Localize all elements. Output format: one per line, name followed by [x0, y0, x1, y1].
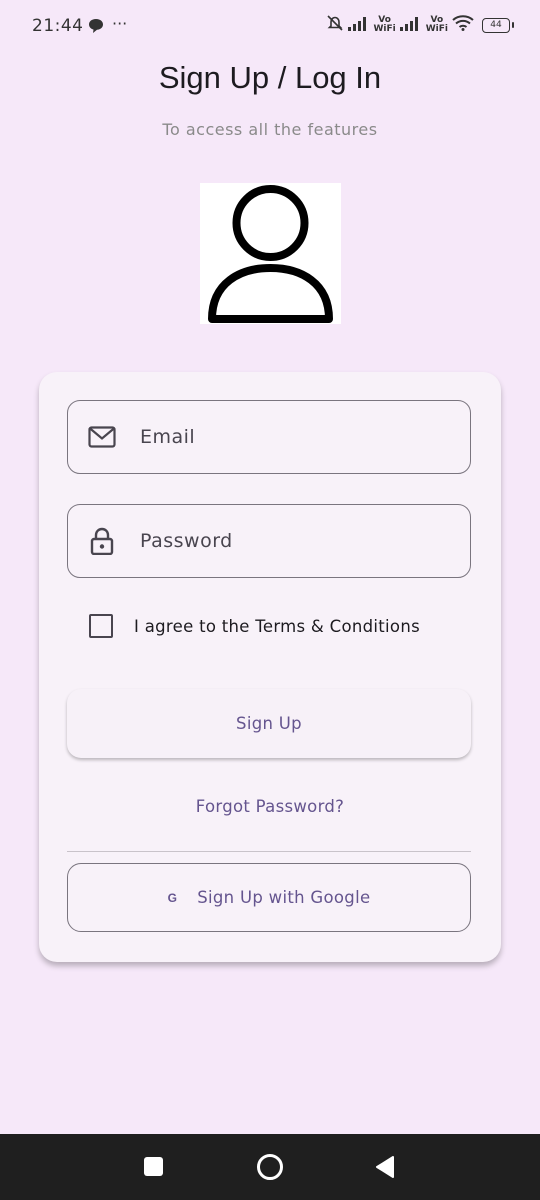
vowifi-bottom: WiFi [373, 24, 396, 34]
status-icons: Vo WiFi Vo WiFi 44 [326, 14, 514, 36]
page-subtitle: To access all the features [162, 120, 378, 139]
terms-label[interactable]: I agree to the Terms & Conditions [134, 617, 420, 636]
page-title: Sign Up / Log In [158, 60, 382, 95]
home-icon[interactable] [257, 1154, 283, 1180]
user-icon [200, 183, 341, 324]
auth-card: Email Password I agree to the Terms & Co… [39, 372, 501, 962]
password-placeholder: Password [140, 530, 233, 552]
wifi-icon [452, 15, 474, 35]
lock-icon [88, 527, 116, 555]
divider [67, 851, 471, 852]
chat-bubble-icon [88, 18, 104, 38]
system-nav-bar [0, 1134, 540, 1200]
signal-icon [347, 16, 370, 35]
password-field[interactable]: Password [67, 504, 471, 578]
status-bar: 21:44 ··· Vo WiFi Vo WiFi 44 [0, 0, 540, 52]
signal-icon [399, 16, 422, 35]
forgot-password-link[interactable]: Forgot Password? [39, 797, 501, 816]
terms-row: I agree to the Terms & Conditions [89, 614, 420, 638]
sign-up-button[interactable]: Sign Up [67, 689, 471, 758]
vowifi-label: Vo WiFi [374, 16, 396, 34]
google-sign-up-button[interactable]: G Sign Up with Google [67, 863, 471, 932]
email-field[interactable]: Email [67, 400, 471, 474]
terms-checkbox[interactable] [89, 614, 113, 638]
mail-icon [88, 423, 116, 451]
vowifi-bottom: WiFi [425, 24, 448, 34]
recents-icon[interactable] [144, 1157, 163, 1176]
muted-bell-icon [326, 14, 344, 36]
battery-icon: 44 [482, 17, 514, 33]
google-sign-up-label: Sign Up with Google [197, 888, 371, 907]
google-icon: G [167, 890, 178, 905]
email-placeholder: Email [140, 426, 196, 448]
status-time: 21:44 [32, 16, 84, 36]
back-icon[interactable] [375, 1155, 395, 1183]
more-notifications-icon: ··· [112, 14, 128, 33]
vowifi-label: Vo WiFi [426, 16, 448, 34]
